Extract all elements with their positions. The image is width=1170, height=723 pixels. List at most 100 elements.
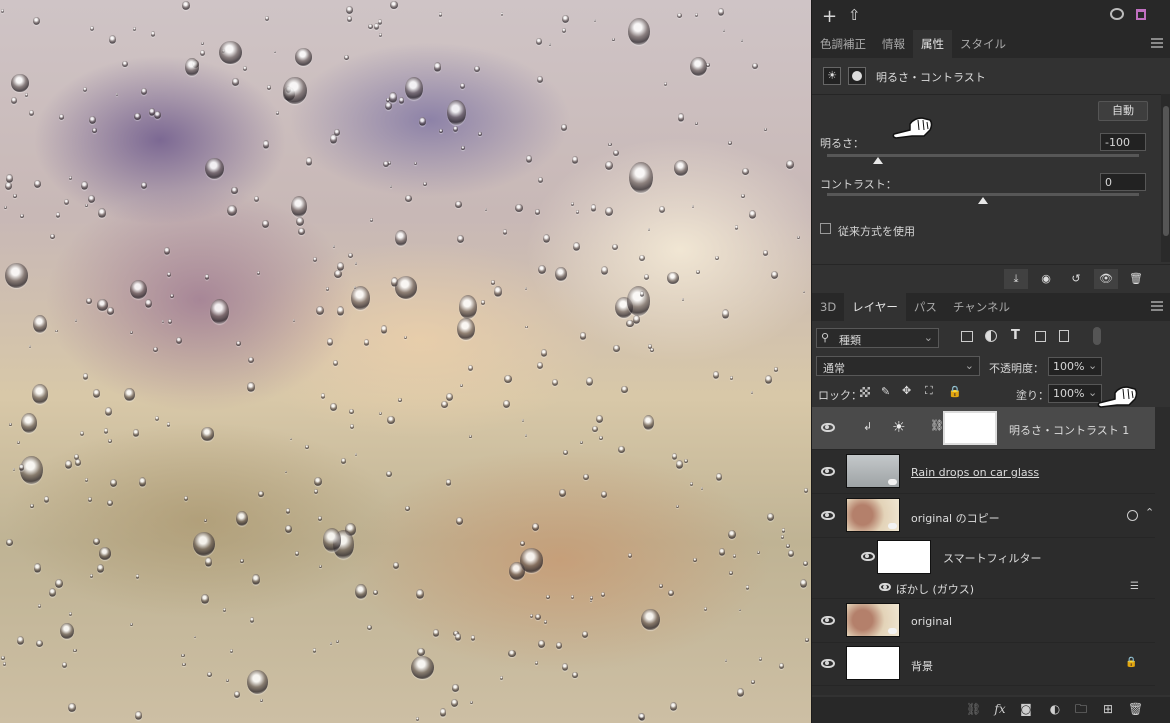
layer-name[interactable]: original <box>911 615 952 628</box>
delete-adjustment-icon[interactable]: 🗑 <box>1124 269 1148 289</box>
collapse-chevron-icon[interactable]: ⌃ <box>1145 506 1154 519</box>
layer-thumbnail[interactable] <box>846 646 900 680</box>
export-icon[interactable]: ⇧ <box>848 6 861 24</box>
tab-layers[interactable]: レイヤー <box>844 293 906 321</box>
raindrop <box>373 589 378 596</box>
blend-mode-select[interactable]: 通常 ⌄ <box>816 356 980 376</box>
legacy-checkbox[interactable] <box>820 223 831 234</box>
layer-row-brightness-contrast[interactable]: ↲ ☀ ⛓ 明るさ・コントラスト 1 <box>812 407 1155 450</box>
lock-all-icon[interactable]: 🔒 <box>948 385 962 398</box>
tab-properties[interactable]: 属性 <box>913 30 952 58</box>
brightness-value-input[interactable]: -100 <box>1100 133 1146 151</box>
raindrop <box>422 181 427 186</box>
raindrop <box>19 463 25 471</box>
raindrop <box>499 675 503 680</box>
brightness-slider-thumb[interactable] <box>873 157 883 164</box>
visibility-eye-icon[interactable] <box>821 423 835 432</box>
smart-filter-mask-thumbnail[interactable] <box>877 540 931 574</box>
new-group-icon[interactable]: 🗀 <box>1074 702 1088 716</box>
visibility-eye-icon[interactable] <box>821 659 835 668</box>
filter-options-icon[interactable]: ☰ <box>1130 581 1139 592</box>
layer-filter-select[interactable]: ⚲ 種類 ⌄ <box>816 328 939 348</box>
add-icon[interactable]: + <box>822 6 837 27</box>
raindrop <box>92 538 100 546</box>
lock-image-icon[interactable]: ✎ <box>881 385 890 398</box>
opacity-chevron-icon[interactable]: ⌄ <box>1088 359 1097 372</box>
view-previous-icon[interactable]: ◉ <box>1034 269 1058 289</box>
layer-mask-thumbnail[interactable] <box>943 411 997 445</box>
raindrop <box>363 339 370 347</box>
cc-libraries-icon[interactable] <box>1110 8 1124 20</box>
visibility-eye-icon[interactable] <box>861 552 875 561</box>
tab-info[interactable]: 情報 <box>874 30 913 58</box>
pixel-layer-filter-icon[interactable] <box>961 331 973 342</box>
shape-layer-filter-icon[interactable] <box>1035 331 1046 342</box>
raindrop <box>729 570 733 575</box>
layers-menu-icon[interactable] <box>1151 301 1163 311</box>
new-layer-icon[interactable]: ⊞ <box>1101 702 1115 716</box>
tab-adjustments[interactable]: 色調補正 <box>812 30 874 58</box>
raindrop <box>659 583 663 589</box>
layer-name[interactable]: original のコピー <box>911 510 1000 526</box>
trash-icon[interactable] <box>1136 9 1146 20</box>
tab-paths[interactable]: パス <box>906 293 945 321</box>
clipping-arrow-icon: ↲ <box>863 420 873 433</box>
filter-toggle-icon[interactable] <box>1093 327 1101 345</box>
raindrop <box>723 29 726 32</box>
raindrop <box>536 38 542 45</box>
layer-row-background[interactable]: 背景 🔒 <box>812 642 1155 686</box>
smart-filter-indicator-icon[interactable] <box>1127 510 1138 521</box>
contrast-value-input[interactable]: 0 <box>1100 173 1146 191</box>
reset-icon[interactable]: ↺ <box>1064 269 1088 289</box>
visibility-eye-icon[interactable] <box>879 583 891 591</box>
add-mask-icon[interactable]: ◙ <box>1019 702 1033 716</box>
layer-thumbnail[interactable] <box>846 498 900 532</box>
raindrop <box>676 504 679 508</box>
raindrop <box>58 114 65 121</box>
fx-icon[interactable]: fx <box>993 702 1007 716</box>
mask-link-icon[interactable]: ⛓ <box>930 419 944 432</box>
layer-thumbnail[interactable] <box>846 454 900 488</box>
properties-scrollbar[interactable] <box>1161 94 1170 262</box>
visibility-eye-icon[interactable] <box>821 467 835 476</box>
type-layer-filter-icon[interactable]: T <box>1011 328 1020 343</box>
contrast-slider-track[interactable] <box>827 193 1139 196</box>
tab-channels[interactable]: チャンネル <box>945 293 1018 321</box>
layer-name[interactable]: 明るさ・コントラスト 1 <box>1009 422 1129 438</box>
smart-filter-row[interactable]: スマートフィルター ぼかし (ガウス) ☰ <box>812 538 1155 598</box>
tab-3d[interactable]: 3D <box>812 293 844 321</box>
raindrop <box>133 429 139 437</box>
panel-menu-icon[interactable] <box>1151 38 1163 48</box>
document-canvas[interactable] <box>0 0 811 723</box>
fill-chevron-icon[interactable]: ⌄ <box>1088 386 1097 399</box>
lock-artboard-icon[interactable]: ⛶ <box>925 384 933 398</box>
contrast-slider-thumb[interactable] <box>978 197 988 204</box>
link-layers-icon[interactable]: ⛓ <box>966 702 981 716</box>
layers-scrollbar[interactable] <box>1161 407 1170 695</box>
layer-row-rain-drops[interactable]: Rain drops on car glass <box>812 450 1155 494</box>
layer-name[interactable]: Rain drops on car glass <box>911 466 1039 479</box>
visibility-eye-icon[interactable] <box>821 616 835 625</box>
layer-row-original[interactable]: original <box>812 598 1155 643</box>
delete-layer-icon[interactable]: 🗑 <box>1128 702 1143 716</box>
layer-row-original-copy[interactable]: original のコピー ⌃ <box>812 494 1155 538</box>
new-adjustment-icon[interactable]: ◐ <box>1048 702 1062 716</box>
raindrop <box>416 589 424 599</box>
filter-name[interactable]: ぼかし (ガウス) <box>896 581 974 597</box>
layer-thumbnail[interactable] <box>846 603 900 637</box>
layer-name[interactable]: 背景 <box>911 658 933 674</box>
mask-icon[interactable] <box>848 67 866 85</box>
auto-button[interactable]: 自動 <box>1098 101 1148 121</box>
lock-transparency-icon[interactable] <box>860 387 870 397</box>
raindrop <box>461 145 465 151</box>
clip-to-layer-icon[interactable]: ⤓ <box>1004 269 1028 289</box>
smart-object-filter-icon[interactable] <box>1059 330 1069 342</box>
visibility-toggle-icon[interactable]: 👁 <box>1094 269 1118 289</box>
tab-styles[interactable]: スタイル <box>952 30 1014 58</box>
raindrop <box>28 344 32 349</box>
visibility-eye-icon[interactable] <box>821 511 835 520</box>
lock-position-icon[interactable]: ✥ <box>902 384 911 397</box>
raindrop <box>132 27 137 32</box>
adjustment-layer-filter-icon[interactable] <box>985 330 997 342</box>
raindrop <box>349 409 354 415</box>
